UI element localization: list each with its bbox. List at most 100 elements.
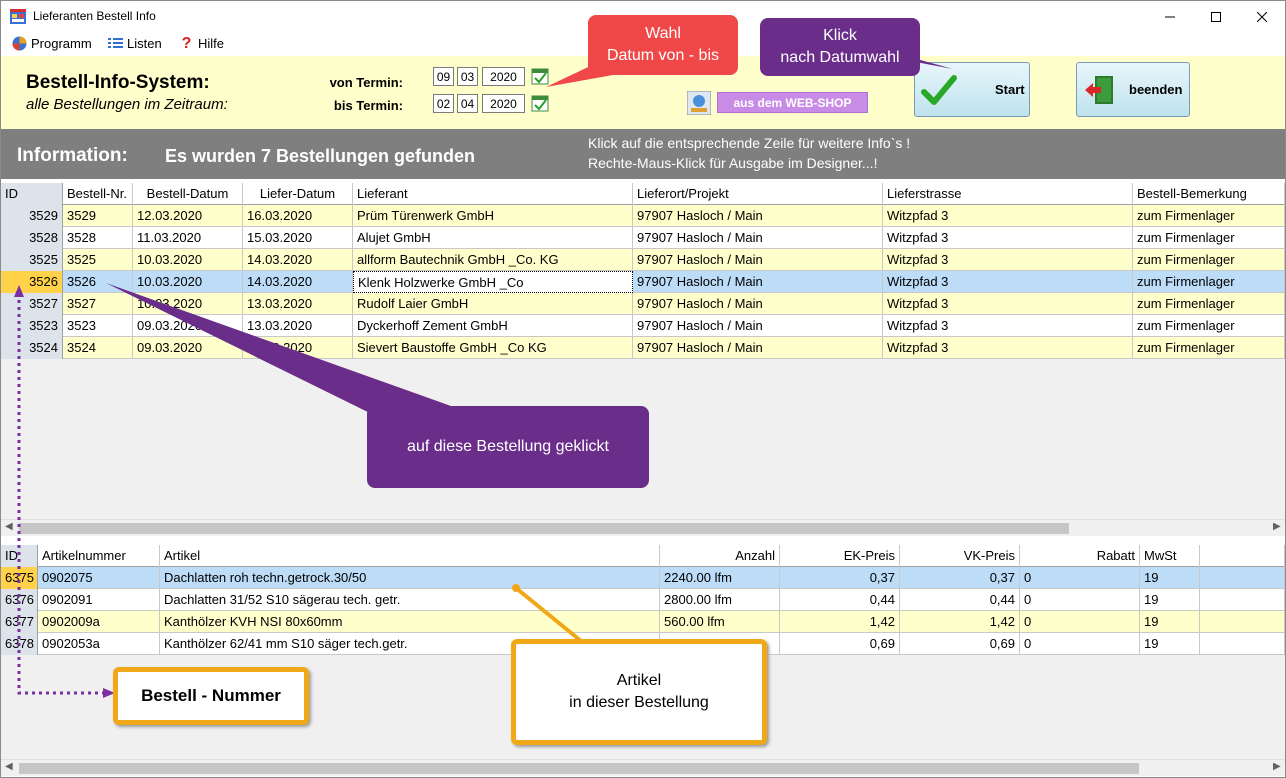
callout-nummer-text: Bestell - Nummer — [141, 686, 281, 705]
table-cell: 2800.00 lfm — [660, 589, 780, 611]
callout-bestellung: auf diese Bestellung geklickt — [367, 406, 649, 488]
column-header[interactable]: Bestell-Bemerkung — [1133, 183, 1285, 205]
column-header[interactable]: Lieferstrasse — [883, 183, 1133, 205]
table-row[interactable]: 3527 3527 10.03.2020 13.03.2020 Rudolf Laier… — [1, 293, 1285, 315]
table-cell: 10.03.2020 — [133, 293, 243, 315]
column-header[interactable]: Rabatt — [1020, 545, 1140, 567]
scroll-right-icon[interactable]: ▶ — [1273, 761, 1281, 772]
table-row[interactable]: 3526 3526 10.03.2020 14.03.2020 Klenk Holzwe… — [1, 271, 1285, 293]
column-header[interactable]: ID — [1, 183, 63, 205]
callout-artikel-line1: Artikel — [616, 672, 662, 689]
bis-termin-label: bis Termin: — [333, 98, 403, 113]
maximize-icon — [1211, 11, 1221, 22]
result-count-message: Es wurden 7 Bestellungen gefunden — [165, 146, 476, 166]
table-row[interactable]: 3525 3525 10.03.2020 14.03.2020 allform Baut… — [1, 249, 1285, 271]
von-year-field[interactable]: 2020 — [482, 67, 525, 86]
bis-year-field[interactable]: 2020 — [482, 94, 525, 113]
items-header: ID Artikelnummer Artikel Anzahl EK-Preis VK-P… — [1, 545, 1285, 567]
column-header[interactable]: Anzahl — [660, 545, 780, 567]
calendar-check-icon[interactable] — [531, 94, 549, 112]
webshop-button[interactable]: aus dem WEB-SHOP — [717, 92, 868, 113]
table-cell: 0902053a — [38, 633, 160, 655]
scroll-thumb[interactable] — [19, 523, 1069, 534]
scroll-right-icon[interactable]: ▶ — [1273, 521, 1281, 532]
table-row[interactable]: 3523 3523 09.03.2020 13.03.2020 Dyckerhoff Z… — [1, 315, 1285, 337]
column-header[interactable]: EK-Preis — [780, 545, 900, 567]
start-button[interactable]: Start — [914, 62, 1030, 117]
scroll-left-icon[interactable]: ◀ — [5, 521, 13, 532]
table-row[interactable]: 3528 3528 11.03.2020 15.03.2020 Alujet GmbH 9… — [1, 227, 1285, 249]
menu-listen-label: Listen — [127, 36, 162, 51]
table-cell-empty — [1200, 589, 1285, 611]
beenden-button[interactable]: beenden — [1076, 62, 1190, 117]
table-cell: 0 — [1020, 567, 1140, 589]
table-cell: 3526 — [63, 271, 133, 293]
scroll-left-icon[interactable]: ◀ — [5, 761, 13, 772]
table-cell: 1,42 — [900, 611, 1020, 633]
von-month-field[interactable]: 03 — [457, 67, 478, 86]
table-cell: 0902075 — [38, 567, 160, 589]
table-cell: 3523 — [1, 315, 63, 337]
callout-wahl: Wahl Datum von - bis — [588, 15, 738, 75]
bis-month-field[interactable]: 04 — [457, 94, 478, 113]
table-cell: 13.03.2020 — [243, 315, 353, 337]
table-cell: 0,44 — [780, 589, 900, 611]
table-cell: 3529 — [63, 205, 133, 227]
column-header[interactable]: Lieferant — [353, 183, 633, 205]
column-header[interactable]: Bestell-Datum — [133, 183, 243, 205]
table-cell: 3528 — [1, 227, 63, 249]
table-cell: zum Firmenlager — [1133, 205, 1285, 227]
table-row[interactable]: 3524 3524 09.03.2020 13.03.2020 Sievert Baus… — [1, 337, 1285, 359]
table-cell: 09.03.2020 — [133, 337, 243, 359]
column-header[interactable]: VK-Preis — [900, 545, 1020, 567]
table-cell: 3525 — [63, 249, 133, 271]
column-header[interactable]: Liefer-Datum — [243, 183, 353, 205]
column-header[interactable]: Artikel — [160, 545, 660, 567]
callout-artikel-line2: in dieser Bestellung — [569, 694, 709, 711]
menu-programm[interactable]: Programm — [12, 36, 92, 51]
table-row[interactable]: 6377 0902009a Kanthölzer KVH NSI 80x60mm 56… — [1, 611, 1285, 633]
column-header[interactable]: Artikelnummer — [38, 545, 160, 567]
table-cell: 6376 — [1, 589, 38, 611]
callout-bestellung-text: auf diese Bestellung geklickt — [407, 438, 609, 455]
von-day-field[interactable]: 09 — [433, 67, 454, 86]
maximize-button[interactable] — [1193, 1, 1239, 32]
table-cell: 97907 Hasloch / Main — [633, 271, 883, 293]
webshop-icon[interactable] — [687, 91, 711, 115]
items-horizontal-scrollbar[interactable]: ◀ ▶ — [1, 759, 1285, 776]
application-window: Lieferanten Bestell Info Programm Listen… — [0, 0, 1286, 778]
table-cell: zum Firmenlager — [1133, 315, 1285, 337]
table-cell: Alujet GmbH — [353, 227, 633, 249]
table-row[interactable]: 6376 0902091 Dachlatten 31/52 S10 sägerau … — [1, 589, 1285, 611]
menu-hilfe-label: Hilfe — [198, 36, 225, 51]
table-cell: Witzpfad 3 — [883, 205, 1133, 227]
minimize-button[interactable] — [1147, 1, 1193, 32]
column-header[interactable]: Lieferort/Projekt — [633, 183, 883, 205]
calendar-check-icon[interactable] — [531, 67, 549, 85]
table-cell: Witzpfad 3 — [883, 249, 1133, 271]
table-cell: 13.03.2020 — [243, 337, 353, 359]
column-header[interactable]: Bestell-Nr. — [63, 183, 133, 205]
menu-listen[interactable]: Listen — [108, 36, 162, 51]
table-cell: zum Firmenlager — [1133, 337, 1285, 359]
callout-bestell-nummer: Bestell - Nummer — [113, 667, 309, 725]
table-cell: 14.03.2020 — [243, 271, 353, 293]
table-cell: 97907 Hasloch / Main — [633, 337, 883, 359]
menu-hilfe[interactable]: ? Hilfe — [179, 36, 225, 52]
close-button[interactable] — [1239, 1, 1285, 32]
orders-horizontal-scrollbar[interactable]: ◀ ▶ — [1, 519, 1285, 536]
table-cell: 3524 — [63, 337, 133, 359]
table-cell: 19 — [1140, 633, 1200, 655]
scroll-thumb[interactable] — [19, 763, 1139, 774]
table-cell-empty — [1200, 611, 1285, 633]
table-cell: 14.03.2020 — [243, 249, 353, 271]
column-header[interactable]: ID — [1, 545, 38, 567]
column-header[interactable]: MwSt — [1140, 545, 1200, 567]
table-row[interactable]: 6375 0902075 Dachlatten roh techn.getrock.… — [1, 567, 1285, 589]
table-cell: 97907 Hasloch / Main — [633, 205, 883, 227]
callout-artikel: Artikel in dieser Bestellung — [511, 639, 767, 745]
table-cell: 16.03.2020 — [243, 205, 353, 227]
table-row[interactable]: 3529 3529 12.03.2020 16.03.2020 Prüm Türenwe… — [1, 205, 1285, 227]
bis-day-field[interactable]: 02 — [433, 94, 454, 113]
table-cell: Witzpfad 3 — [883, 293, 1133, 315]
